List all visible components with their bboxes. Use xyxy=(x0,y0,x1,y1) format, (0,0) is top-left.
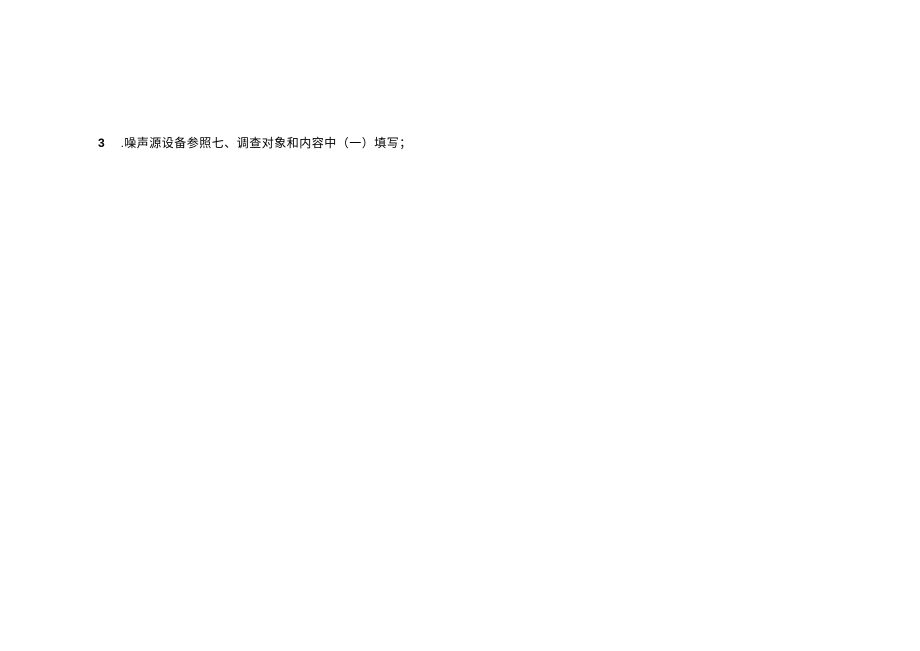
item-text: .噪声源设备参照七、调查对象和内容中（一）填写； xyxy=(121,134,412,151)
document-line-item: 3 .噪声源设备参照七、调查对象和内容中（一）填写； xyxy=(98,134,412,151)
item-number: 3 xyxy=(98,136,105,150)
